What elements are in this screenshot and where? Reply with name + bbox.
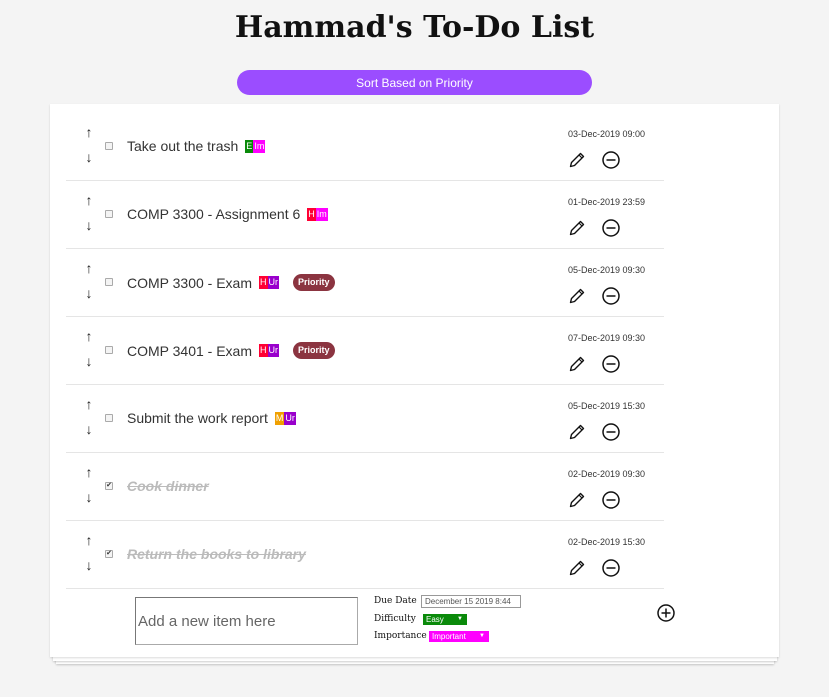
due-date-field[interactable]: December 15 2019 8:44 [421, 595, 521, 608]
importance-label: Importance [374, 631, 427, 641]
pencil-icon[interactable] [568, 423, 586, 441]
difficulty-badge: E [245, 139, 254, 153]
tag-badges: H Ur [259, 344, 280, 357]
tag-badges: H Ur [259, 276, 280, 289]
tag-badges: M Ur [274, 411, 296, 425]
pencil-icon[interactable] [568, 219, 586, 237]
task-row: ↑ ↓ COMP 3401 - Exam H Ur Priority 07-Dec-2019… [66, 317, 664, 385]
page-title: Hammad's To-Do List [234, 10, 595, 45]
task-checkbox[interactable] [105, 210, 113, 218]
task-due-date: 07-Dec-2019 09:30 [568, 333, 646, 343]
move-down-icon[interactable]: ↓ [81, 218, 97, 232]
move-down-icon[interactable]: ↓ [81, 286, 97, 300]
task-due-date: 03-Dec-2019 09:00 [568, 129, 646, 139]
task-checkbox[interactable] [105, 414, 113, 422]
sort-priority-button[interactable]: Sort Based on Priority [237, 70, 592, 95]
importance-badge: Ur [267, 344, 280, 357]
task-checkbox[interactable] [105, 278, 113, 286]
minus-circle-icon[interactable] [602, 151, 620, 169]
move-down-icon[interactable]: ↓ [81, 422, 97, 436]
task-checkbox[interactable]: ✔ [105, 550, 113, 558]
move-up-icon[interactable]: ↑ [81, 125, 97, 139]
move-down-icon[interactable]: ↓ [81, 354, 97, 368]
minus-circle-icon[interactable] [602, 355, 620, 373]
pencil-icon[interactable] [568, 491, 586, 509]
minus-circle-icon[interactable] [602, 491, 620, 509]
importance-badge: Im [315, 207, 328, 221]
difficulty-value: Easy [426, 615, 444, 624]
importance-badge: Ur [267, 276, 280, 289]
importance-value: Important [432, 632, 466, 641]
task-title: Cook dinner [127, 478, 209, 494]
task-text: Take out the trash [127, 138, 239, 154]
difficulty-badge: H [259, 276, 268, 289]
difficulty-badge: H [259, 344, 268, 357]
move-up-icon[interactable]: ↑ [81, 465, 97, 479]
importance-badge: Ur [284, 411, 296, 425]
due-date-label: Due Date [374, 596, 417, 606]
move-up-icon[interactable]: ↑ [81, 397, 97, 411]
task-due-date: 05-Dec-2019 15:30 [568, 401, 646, 411]
importance-badge: Im [253, 139, 266, 153]
task-due-date: 02-Dec-2019 09:30 [568, 469, 646, 479]
task-due-date: 02-Dec-2019 15:30 [568, 537, 646, 547]
move-down-icon[interactable]: ↓ [81, 558, 97, 572]
caret-down-icon: ▼ [457, 616, 463, 622]
task-text: COMP 3300 - Assignment 6 [127, 206, 301, 222]
task-row: ↑ ↓ ✔ Return the books to library 02-Dec-201… [66, 521, 664, 589]
difficulty-badge: H [307, 207, 316, 221]
task-title: Take out the trash E Im [127, 138, 266, 154]
task-due-date: 05-Dec-2019 09:30 [568, 265, 646, 275]
move-up-icon[interactable]: ↑ [81, 329, 97, 343]
move-up-icon[interactable]: ↑ [81, 533, 97, 547]
task-checkbox[interactable] [105, 142, 113, 150]
task-title: COMP 3300 - Assignment 6 H Im [127, 206, 328, 222]
task-title: Submit the work report M Ur [127, 410, 296, 426]
task-title: COMP 3401 - Exam H Ur Priority [127, 342, 335, 359]
difficulty-select[interactable]: Easy ▼ [423, 614, 467, 625]
difficulty-label: Difficulty [374, 614, 416, 624]
task-checkbox[interactable] [105, 346, 113, 354]
task-text: Submit the work report [127, 410, 268, 426]
pencil-icon[interactable] [568, 355, 586, 373]
move-down-icon[interactable]: ↓ [81, 490, 97, 504]
task-title: COMP 3300 - Exam H Ur Priority [127, 274, 335, 291]
pencil-icon[interactable] [568, 559, 586, 577]
minus-circle-icon[interactable] [602, 559, 620, 577]
move-up-icon[interactable]: ↑ [81, 193, 97, 207]
task-text: Return the books to library [127, 546, 306, 562]
task-row: ↑ ↓ COMP 3300 - Exam H Ur Priority 05-Dec-2019… [66, 249, 664, 317]
priority-badge: Priority [293, 342, 335, 359]
pencil-icon[interactable] [568, 151, 586, 169]
task-row: ↑ ↓ Take out the trash E Im 03-Dec-2019 09:00 [66, 113, 664, 181]
tag-badges: H Im [307, 207, 328, 221]
caret-down-icon: ▼ [479, 633, 485, 639]
add-item-button[interactable] [657, 604, 675, 622]
tag-badges: E Im [245, 139, 266, 153]
importance-select[interactable]: Important ▼ [429, 631, 489, 642]
task-checkbox[interactable]: ✔ [105, 482, 113, 490]
task-text: Cook dinner [127, 478, 209, 494]
priority-badge: Priority [293, 274, 335, 291]
task-row: ↑ ↓ Submit the work report M Ur 05-Dec-2019 1… [66, 385, 664, 453]
minus-circle-icon[interactable] [602, 287, 620, 305]
task-text: COMP 3300 - Exam [127, 274, 253, 291]
task-text: COMP 3401 - Exam [127, 342, 253, 359]
task-title: Return the books to library [127, 546, 306, 562]
minus-circle-icon[interactable] [602, 423, 620, 441]
move-up-icon[interactable]: ↑ [81, 261, 97, 275]
task-due-date: 01-Dec-2019 23:59 [568, 197, 646, 207]
minus-circle-icon[interactable] [602, 219, 620, 237]
pencil-icon[interactable] [568, 287, 586, 305]
new-item-input[interactable] [135, 597, 358, 645]
move-down-icon[interactable]: ↓ [81, 150, 97, 164]
task-row: ↑ ↓ COMP 3300 - Assignment 6 H Im 01-Dec-2019… [66, 181, 664, 249]
task-row: ↑ ↓ ✔ Cook dinner 02-Dec-2019 09:30 [66, 453, 664, 521]
difficulty-badge: M [274, 411, 285, 425]
